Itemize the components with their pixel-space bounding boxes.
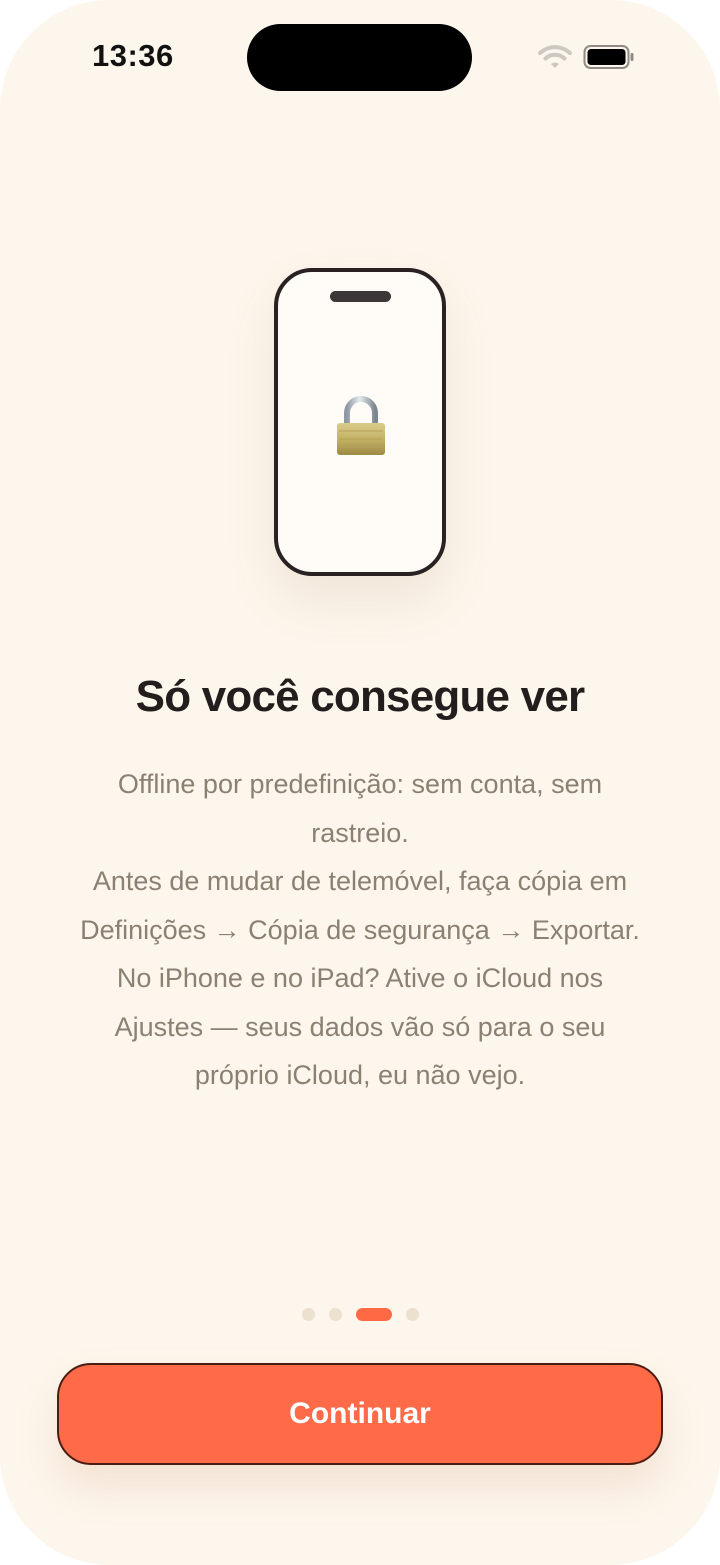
battery-icon <box>583 45 634 69</box>
description-line: Definições → Cópia de segurança → Export… <box>80 914 640 945</box>
description-line: próprio iCloud, eu não vejo. <box>194 1060 526 1090</box>
page-indicator[interactable] <box>0 1307 720 1321</box>
page-dot[interactable] <box>405 1307 419 1321</box>
page-dot[interactable] <box>328 1307 342 1321</box>
phone-speaker-notch <box>330 291 391 302</box>
page-dot[interactable] <box>301 1307 315 1321</box>
continue-button[interactable]: Continuar <box>57 1363 663 1465</box>
onboarding-screen: 13:36 Só você consegue ver Offline por p… <box>0 0 720 1565</box>
description-line: rastreio. <box>311 817 409 848</box>
page-title: Só você consegue ver <box>135 672 585 721</box>
description-line: Ajustes — seus dados vão só para o seu <box>114 1011 606 1042</box>
description-line: Antes de mudar de telemóvel, faça cópia … <box>92 866 628 896</box>
description-line: No iPhone e no iPad? Ative o iCloud nos <box>116 963 604 993</box>
wifi-icon <box>538 45 572 68</box>
dynamic-island <box>247 24 472 91</box>
padlock-icon <box>337 396 385 455</box>
status-time: 13:36 <box>92 38 174 73</box>
page-dot-active[interactable] <box>355 1307 392 1321</box>
description-line: Offline por predefinição: sem conta, sem <box>117 769 603 799</box>
phone-illustration <box>274 268 446 576</box>
description-text: Offline por predefinição: sem conta, sem… <box>40 760 680 1100</box>
